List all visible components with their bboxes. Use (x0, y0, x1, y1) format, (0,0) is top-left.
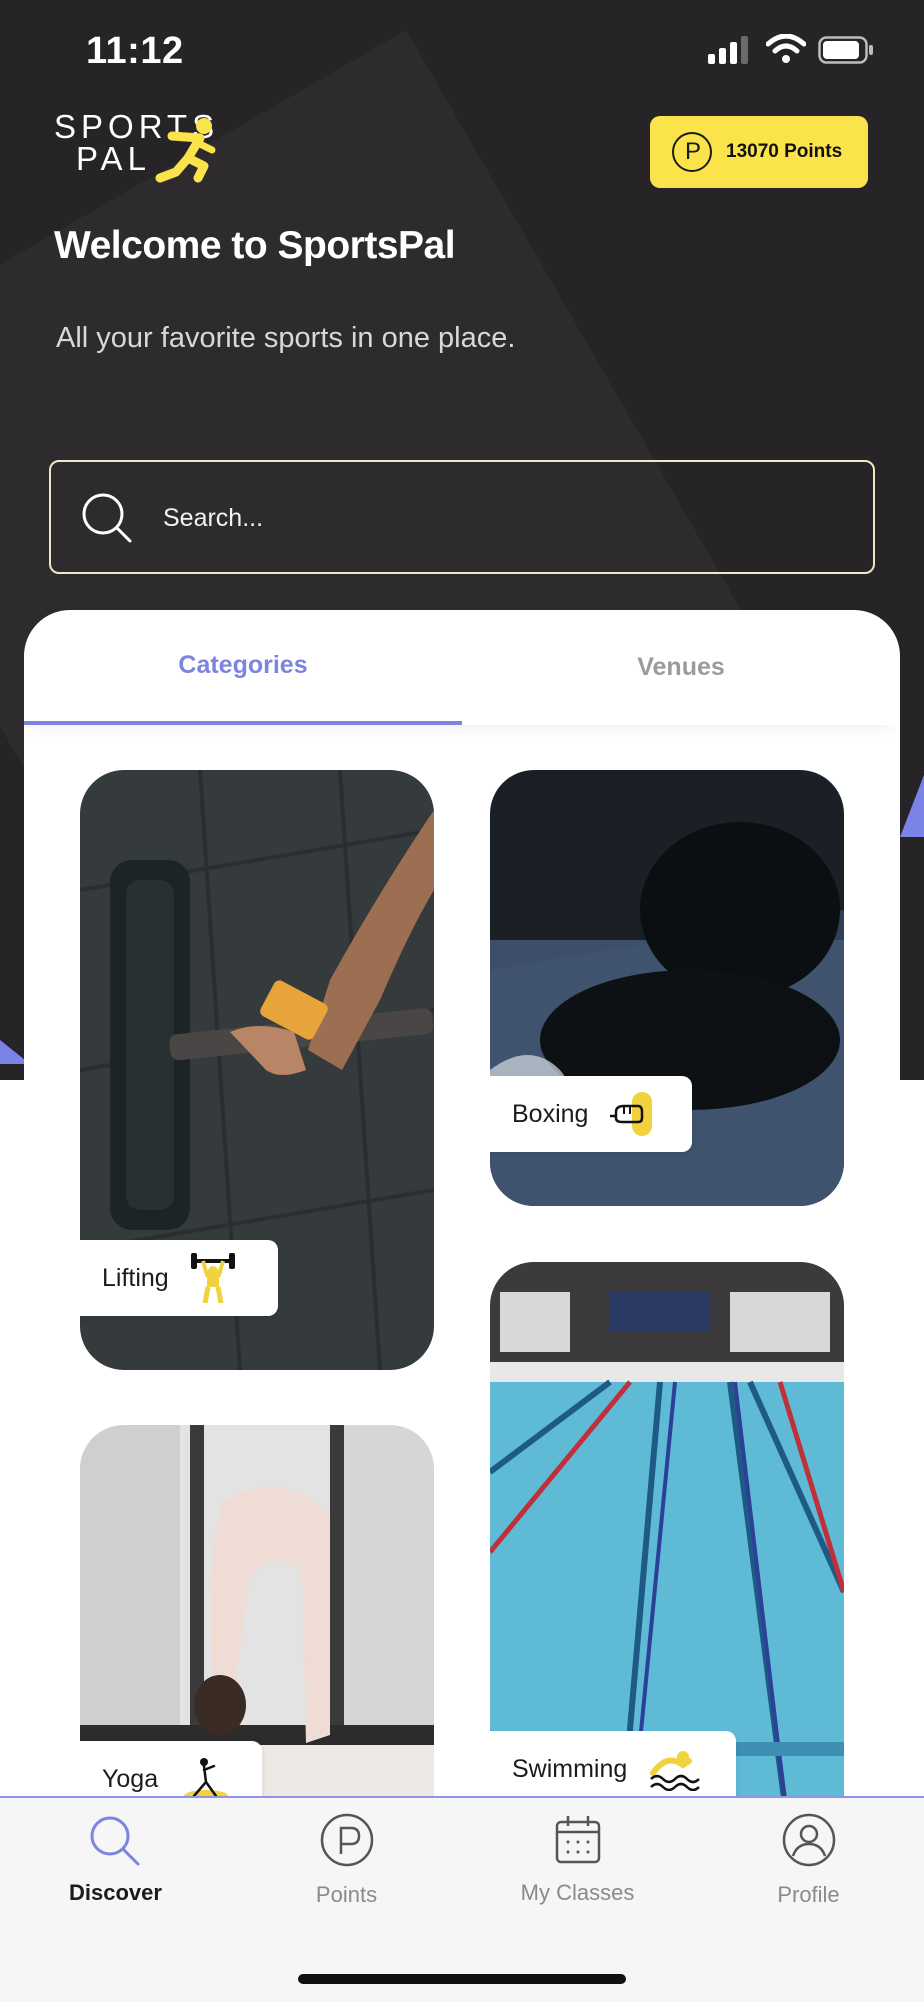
status-bar: 11:12 (0, 0, 924, 100)
status-time: 11:12 (86, 30, 184, 72)
category-tag: Lifting (80, 1240, 278, 1316)
category-label: Lifting (102, 1263, 169, 1292)
nav-label: Points (315, 1882, 378, 1907)
points-balance-button[interactable]: P 13070 Points (650, 116, 868, 188)
category-card-boxing[interactable]: Boxing (490, 770, 844, 1206)
points-icon: P (672, 132, 712, 172)
tab-categories[interactable]: Categories (24, 610, 462, 725)
nav-points[interactable]: Points (231, 1798, 462, 1928)
category-card-swimming[interactable]: Swimming (490, 1262, 844, 1845)
accent-shape (900, 775, 924, 837)
weightlifter-icon (190, 1253, 235, 1303)
nav-my-classes[interactable]: My Classes (462, 1798, 693, 1928)
nav-profile[interactable]: Profile (693, 1798, 924, 1928)
wifi-icon (766, 34, 806, 63)
tab-venues[interactable]: Venues (462, 610, 900, 725)
search-bar[interactable] (49, 460, 875, 574)
search-icon (82, 493, 132, 543)
category-card-yoga[interactable]: Yoga (80, 1425, 434, 1845)
content-panel: Categories Venues Lifting Boxing Yoga Sw… (24, 610, 900, 1910)
category-label: Boxing (512, 1099, 589, 1128)
category-label: Swimming (512, 1754, 628, 1783)
nav-label: My Classes (520, 1880, 635, 1905)
boxing-glove-icon (610, 1092, 653, 1136)
nav-label: Profile (777, 1882, 840, 1907)
nav-discover[interactable]: Discover (0, 1798, 231, 1928)
cellular-signal-icon (708, 36, 748, 64)
calendar-icon (555, 1816, 601, 1864)
nav-label: Discover (69, 1880, 162, 1905)
profile-icon (782, 1813, 836, 1867)
welcome-title: Welcome to SportsPal (54, 224, 456, 267)
home-indicator (298, 1974, 626, 1984)
points-label: 13070 Points (726, 141, 843, 162)
sportspal-logo: SPORTS PAL (54, 108, 216, 183)
battery-icon (818, 36, 873, 64)
search-icon (90, 1816, 140, 1866)
category-label: Yoga (102, 1764, 159, 1793)
tab-bar: Categories Venues (24, 610, 900, 725)
search-input[interactable] (161, 490, 845, 546)
category-tag: Boxing (490, 1076, 692, 1152)
welcome-subtitle: All your favorite sports in one place. (56, 322, 516, 354)
category-card-lifting[interactable]: Lifting (80, 770, 434, 1370)
bottom-navigation: Discover Points My Classes Profile (0, 1796, 924, 2002)
swimmer-icon (650, 1751, 701, 1791)
points-icon (320, 1813, 374, 1867)
runner-logo-icon (155, 118, 216, 183)
